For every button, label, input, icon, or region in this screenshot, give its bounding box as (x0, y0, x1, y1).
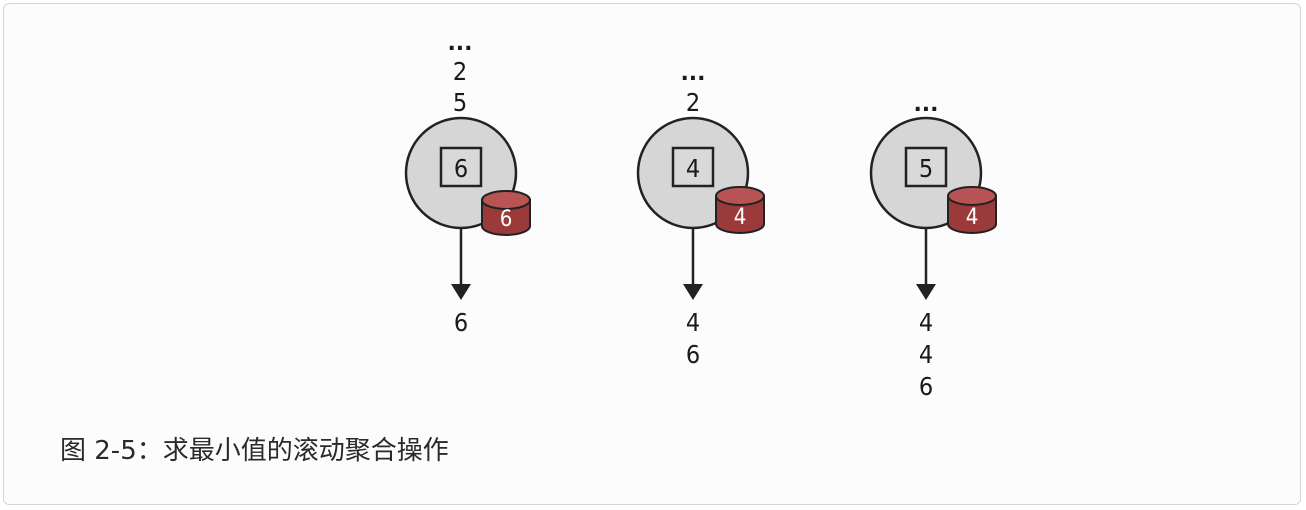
output-value: 4 (919, 340, 933, 369)
figure-caption: 图 2-5：求最小值的滚动聚合操作 (60, 436, 449, 466)
output-value: 6 (919, 372, 933, 401)
state-value: 6 (500, 207, 513, 232)
stage-2: ... 2 5 4 4 4 6 (636, 61, 765, 369)
state-database-icon: 4 (715, 186, 765, 234)
input-ellipsis: ... (680, 61, 705, 86)
state-value: 4 (734, 205, 747, 230)
input-value: 5 (453, 88, 467, 117)
input-value: 2 (686, 88, 700, 117)
state-database-icon: 6 (481, 190, 531, 236)
output-arrow-head (916, 284, 936, 300)
output-value: 6 (454, 308, 468, 337)
state-database-icon: 4 (947, 186, 997, 234)
input-ellipsis: ... (913, 92, 938, 117)
output-value: 4 (686, 308, 700, 337)
current-value: 4 (686, 154, 700, 183)
input-ellipsis: ... (447, 31, 472, 56)
output-value: 6 (686, 340, 700, 369)
stage-3: ... 2 5 4 4 4 6 (869, 92, 997, 401)
state-value: 4 (966, 205, 979, 230)
current-value: 5 (919, 154, 933, 183)
stage-1: ... 2 5 4 6 6 6 (404, 31, 531, 337)
output-arrow-head (683, 284, 703, 300)
input-value: 2 (453, 57, 467, 86)
output-value: 4 (919, 308, 933, 337)
current-value: 6 (454, 154, 468, 183)
output-arrow-head (451, 284, 471, 300)
